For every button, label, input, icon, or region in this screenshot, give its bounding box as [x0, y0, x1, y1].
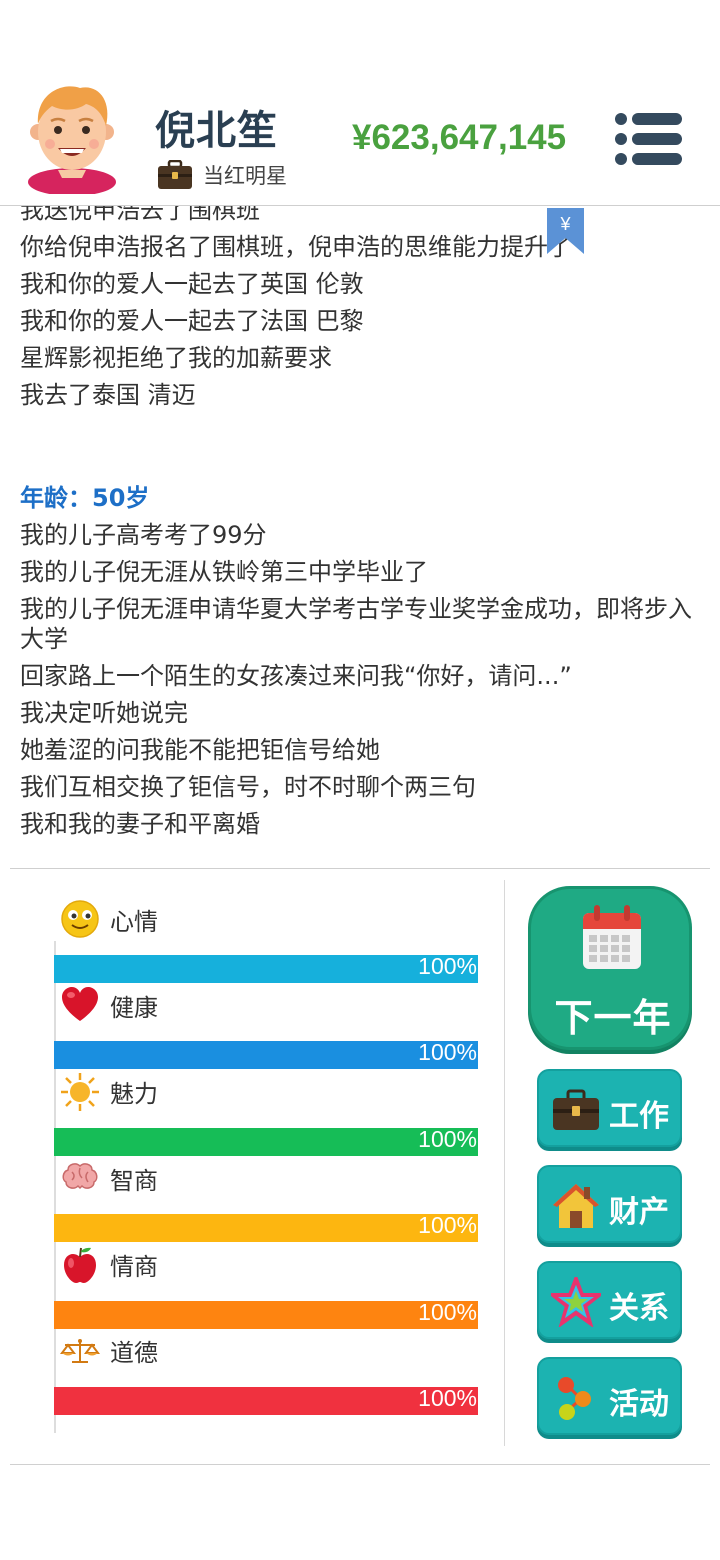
- brain-icon: [62, 1163, 98, 1190]
- log-spacer: [20, 414, 700, 480]
- heart-icon: [62, 987, 98, 1022]
- stat-label: 魅力: [110, 1080, 158, 1109]
- stat-fill: [54, 955, 478, 983]
- stat-label: 道德: [110, 1339, 158, 1368]
- life-log[interactable]: 我送倪申浩去了围棋班 你给倪申浩报名了围棋班，倪申浩的思维能力提升了 我和你的爱…: [0, 206, 720, 868]
- stat-value: 100%: [418, 1125, 477, 1152]
- money-balance: ¥623,647,145: [352, 118, 567, 157]
- stat-fill: [54, 1041, 478, 1070]
- property-label: 财产: [609, 1195, 669, 1230]
- log-entry: 我和你的爱人一起去了法国 巴黎: [20, 307, 364, 335]
- yen-bookmark-icon[interactable]: ¥: [547, 208, 584, 256]
- relations-button[interactable]: 关系: [537, 1261, 682, 1339]
- stat-bar: 100%: [54, 1125, 478, 1156]
- scales-icon: [60, 1338, 100, 1363]
- next-year-label: 下一年: [554, 996, 672, 1040]
- activities-label: 活动: [609, 1387, 669, 1422]
- bottom-divider: [10, 1464, 710, 1465]
- house-icon: [553, 1184, 599, 1228]
- stat-mood: 心情 100%: [54, 896, 478, 983]
- stat-eq: 情商 100%: [54, 1242, 478, 1329]
- log-divider: [10, 868, 710, 869]
- smiley-icon: [61, 900, 99, 938]
- log-entry: 我和我的妻子和平离婚: [20, 810, 260, 838]
- briefcase-icon: [553, 1089, 599, 1130]
- log-entry: 我送倪申浩去了围棋班: [20, 206, 260, 224]
- activities-button[interactable]: 活动: [537, 1357, 682, 1435]
- stat-value: 100%: [418, 1212, 477, 1239]
- log-entry: 我去了泰国 清迈: [20, 381, 196, 409]
- log-entry: 我的儿子倪无涯申请华夏大学考古学专业奖学金成功，即将步入大学: [20, 595, 692, 653]
- star-icon: [551, 1277, 601, 1327]
- next-year-button[interactable]: 下一年: [528, 886, 692, 1050]
- log-entry: 回家路上一个陌生的女孩凑过来问我“你好，请问...”: [20, 662, 572, 690]
- log-entry: 我和你的爱人一起去了英国 伦敦: [20, 270, 364, 298]
- stat-charm: 魅力 100%: [54, 1069, 478, 1156]
- stat-bar: 100%: [54, 1039, 478, 1070]
- stat-label: 智商: [110, 1166, 158, 1195]
- stat-value: 100%: [418, 1384, 477, 1411]
- dots-icon: [558, 1377, 591, 1420]
- panel-divider: [504, 880, 505, 1446]
- stat-health: 健康 100%: [54, 982, 478, 1070]
- work-label: 工作: [609, 1099, 669, 1134]
- log-entry: 我的儿子倪无涯从铁岭第三中学毕业了: [20, 558, 428, 586]
- stat-fill: [54, 1214, 478, 1243]
- stat-fill: [54, 1300, 478, 1329]
- stat-value: 100%: [418, 1039, 477, 1066]
- life-log-content: 我送倪申浩去了围棋班 你给倪申浩报名了围棋班，倪申浩的思维能力提升了 我和你的爱…: [20, 206, 700, 843]
- stat-value: 100%: [418, 953, 477, 979]
- stat-label: 健康: [110, 993, 158, 1022]
- stat-iq: 智商 100%: [54, 1155, 478, 1243]
- stat-bar: 100%: [54, 953, 478, 983]
- log-entry: 你给倪申浩报名了围棋班，倪申浩的思维能力提升了: [20, 233, 572, 261]
- stat-bar: 100%: [54, 1384, 478, 1415]
- log-entry: 我决定听她说完: [20, 699, 188, 727]
- stat-fill: [54, 1386, 478, 1415]
- log-entry: 我们互相交换了钜信号，时不时聊个两三句: [20, 773, 476, 801]
- sun-icon: [61, 1072, 99, 1111]
- calendar-icon: [583, 905, 641, 969]
- player-header: 倪北笙 当红明星 ¥623,647,145: [0, 0, 720, 206]
- apple-icon: [64, 1247, 96, 1283]
- stat-label: 心情: [110, 907, 158, 936]
- relations-label: 关系: [609, 1291, 669, 1326]
- stat-bar: 100%: [54, 1298, 478, 1329]
- briefcase-icon: [158, 160, 192, 189]
- job-row: 当红明星: [157, 160, 287, 190]
- age-heading: 年龄：50岁: [20, 484, 150, 512]
- stat-fill: [54, 1127, 478, 1156]
- property-button[interactable]: 财产: [537, 1165, 682, 1243]
- log-entry: 星辉影视拒绝了我的加薪要求: [20, 344, 332, 372]
- stat-morality: 道德 100%: [54, 1328, 478, 1415]
- bookmark-label: ¥: [559, 214, 571, 234]
- log-entry: 她羞涩的问我能不能把钜信号给她: [20, 736, 380, 764]
- stat-value: 100%: [418, 1298, 477, 1325]
- stats-panel: 心情 100% 健康 100% 魅力 100% 智商 100% 情商 100% …: [54, 896, 478, 1415]
- player-name: 倪北笙: [155, 108, 278, 154]
- stat-bar: 100%: [54, 1212, 478, 1243]
- stat-label: 情商: [110, 1253, 158, 1282]
- work-button[interactable]: 工作: [537, 1069, 682, 1147]
- log-entry: 我的儿子高考考了99分: [20, 521, 267, 549]
- menu-icon[interactable]: [612, 112, 684, 166]
- avatar[interactable]: [24, 82, 120, 194]
- job-title: 当红明星: [203, 164, 287, 188]
